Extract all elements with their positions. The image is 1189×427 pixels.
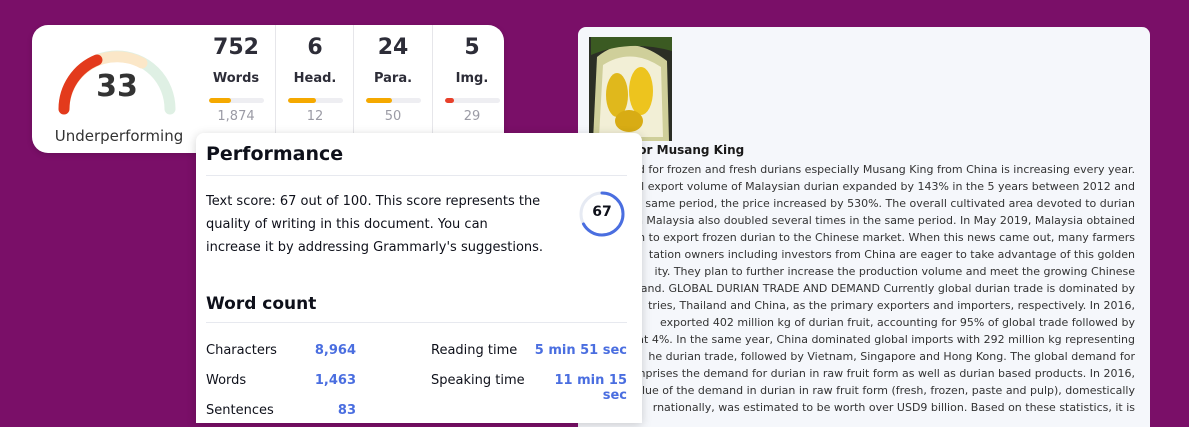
stat-headings: 6 Head. 12 bbox=[275, 25, 354, 133]
divider bbox=[206, 322, 627, 323]
performance-score: 67 bbox=[592, 204, 612, 220]
document-line: he durian trade, followed by Vietnam, Si… bbox=[648, 350, 1135, 363]
stat-progress-bar bbox=[209, 98, 264, 103]
divider bbox=[206, 175, 627, 176]
stat-label: Head. bbox=[293, 71, 337, 86]
document-line: all export volume of Malaysian durian ex… bbox=[631, 180, 1135, 193]
characters-value: 8,964 bbox=[314, 343, 356, 358]
durian-image bbox=[589, 37, 672, 141]
characters-label: Characters bbox=[206, 343, 277, 358]
document-body: and for frozen and fresh durians especia… bbox=[578, 161, 1135, 416]
document-line: omprises the demand for durian in raw fr… bbox=[628, 367, 1135, 380]
speaking-time-value: 11 min 15 sec bbox=[554, 373, 628, 403]
document-line: n to export frozen durian to the Chinese… bbox=[638, 231, 1135, 244]
document-line: emand. GLOBAL DURIAN TRADE AND DEMAND Cu… bbox=[623, 282, 1135, 295]
words-label: Words bbox=[206, 373, 247, 388]
document-line: at 4%. In the same year, China dominated… bbox=[637, 333, 1135, 346]
document-line: in Malaysia also doubled several times i… bbox=[632, 214, 1135, 227]
performance-panel: Performance Text score: 67 out of 100. T… bbox=[196, 133, 642, 423]
performance-title: Performance bbox=[206, 143, 344, 165]
stat-progress-fill bbox=[445, 98, 455, 103]
stat-label: Img. bbox=[455, 71, 489, 86]
stat-images: 5 Img. 29 bbox=[432, 25, 511, 133]
stat-progress-bar bbox=[288, 98, 343, 103]
stat-label: Para. bbox=[373, 71, 413, 86]
stat-value: 24 bbox=[377, 35, 409, 60]
sentences-label: Sentences bbox=[206, 403, 274, 418]
document-line: ity. They plan to further increase the p… bbox=[654, 265, 1135, 278]
stat-target: 1,874 bbox=[217, 109, 255, 124]
speaking-time-label: Speaking time bbox=[431, 373, 525, 388]
score-value: 33 bbox=[96, 69, 138, 104]
stat-value: 5 bbox=[464, 35, 480, 60]
document-line: tries, Thailand and China, as the primar… bbox=[648, 299, 1135, 312]
score-status: Underperforming bbox=[54, 127, 184, 145]
stat-label: Words bbox=[212, 71, 260, 86]
reading-time-label: Reading time bbox=[431, 343, 518, 358]
sentences-value: 83 bbox=[337, 403, 356, 418]
performance-description: Text score: 67 out of 100. This score re… bbox=[206, 194, 544, 255]
document-line: rnationally, was estimated to be worth o… bbox=[652, 401, 1135, 414]
stat-progress-fill bbox=[288, 98, 316, 103]
stat-target: 29 bbox=[463, 109, 481, 124]
words-value: 1,463 bbox=[314, 373, 356, 388]
document-line: value of the demand in durian in raw fru… bbox=[628, 384, 1135, 397]
document-line: and for frozen and fresh durians especia… bbox=[624, 163, 1135, 176]
stat-progress-bar bbox=[445, 98, 500, 103]
stat-target: 12 bbox=[306, 109, 324, 124]
stat-value: 752 bbox=[213, 35, 259, 60]
stat-progress-bar bbox=[366, 98, 421, 103]
stat-progress-fill bbox=[366, 98, 393, 103]
document-preview: a Kunyit or Musang King and for frozen a… bbox=[578, 27, 1150, 427]
reading-time-value: 5 min 51 sec bbox=[534, 343, 627, 358]
stat-target: 50 bbox=[384, 109, 402, 124]
document-line: exported 402 million kg of durian fruit,… bbox=[660, 316, 1135, 329]
stat-paragraphs: 24 Para. 50 bbox=[353, 25, 432, 133]
stat-value: 6 bbox=[307, 35, 323, 60]
document-line: at same period, the price increased by 5… bbox=[630, 197, 1135, 210]
stat-words: 752 Words 1,874 bbox=[197, 25, 275, 133]
document-line: tation owners including investors from C… bbox=[648, 248, 1135, 261]
word-count-title: Word count bbox=[206, 294, 317, 314]
stat-progress-fill bbox=[209, 98, 231, 103]
